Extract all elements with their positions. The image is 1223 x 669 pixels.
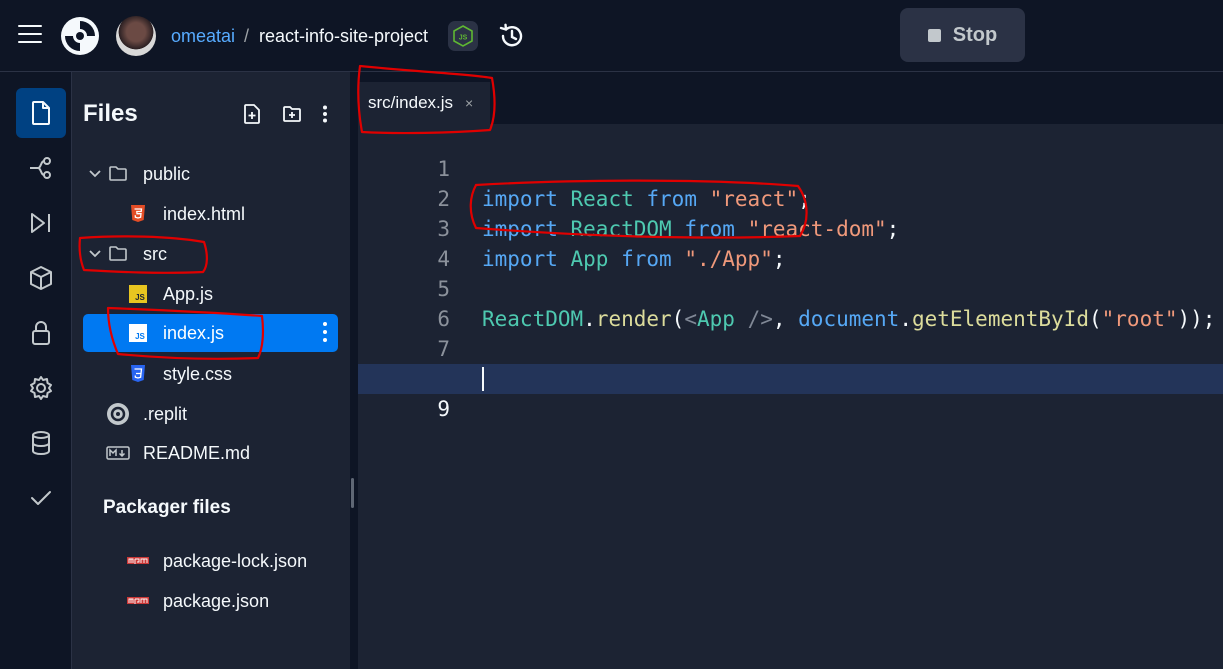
git-tool-button[interactable]	[16, 143, 66, 193]
database-icon	[32, 431, 50, 456]
code-line: 5 ReactDOM.render(<App />, document.getE…	[358, 244, 1223, 331]
chevron-down-icon	[89, 250, 101, 258]
tests-tool-button[interactable]	[16, 473, 66, 523]
secrets-lock-icon	[32, 321, 50, 345]
svg-text:JS: JS	[135, 293, 145, 302]
tree-item-label: public	[143, 163, 191, 184]
files-icon	[32, 101, 50, 125]
tree-file-index-html[interactable]: index.html	[83, 196, 338, 232]
editor-tab-label: src/index.js	[368, 93, 454, 112]
stop-icon	[927, 28, 941, 42]
tree-file-readme[interactable]: README.md	[83, 435, 338, 471]
database-tool-button[interactable]	[16, 418, 66, 468]
replit-file-icon	[107, 403, 129, 425]
packager-files-title: Packager files	[103, 497, 231, 518]
language-badge-label: JS	[459, 35, 468, 42]
tree-item-label: index.html	[163, 203, 246, 224]
tree-item-label: package-lock.json	[163, 550, 308, 571]
close-tab-icon[interactable]: ×	[465, 95, 473, 111]
css3-icon	[131, 365, 145, 382]
tree-item-label: style.css	[163, 363, 233, 384]
tree-file-index-js[interactable]: JS index.js	[83, 314, 338, 352]
tree-file-replit[interactable]: .replit	[83, 396, 338, 432]
npm-icon	[127, 557, 149, 564]
stop-button[interactable]: Stop	[900, 8, 1025, 62]
file-options-icon[interactable]	[322, 322, 328, 342]
folder-icon	[109, 246, 127, 261]
editor-tab[interactable]: src/index.js ×	[358, 82, 490, 124]
new-folder-icon[interactable]	[282, 104, 302, 124]
code-line: 2 import ReactDOM from "react-dom";	[358, 154, 1223, 241]
folder-icon	[109, 166, 127, 181]
panel-resize-handle[interactable]	[351, 478, 354, 508]
breadcrumb-repl-name[interactable]: react-info-site-project	[259, 24, 428, 48]
markdown-icon	[106, 446, 130, 460]
tree-item-label: src	[143, 243, 167, 264]
stop-label: Stop	[952, 23, 998, 46]
debugger-icon	[31, 213, 50, 233]
files-panel: Files public index.html src JS App.js JS…	[72, 72, 350, 669]
code-area[interactable]: 1 import React from "react"; 2 import Re…	[358, 124, 1223, 421]
tree-item-label: .replit	[143, 403, 188, 424]
code-line: 6	[358, 274, 1223, 331]
avatar[interactable]	[116, 16, 156, 56]
replit-logo-icon[interactable]	[60, 16, 100, 56]
breadcrumb-separator: /	[244, 26, 250, 46]
top-bar: omeatai / react-info-site-project JS Sto…	[0, 0, 1223, 72]
tree-file-style-css[interactable]: style.css	[83, 356, 338, 392]
files-more-icon[interactable]	[315, 104, 335, 124]
debugger-tool-button[interactable]	[16, 198, 66, 248]
breadcrumb-username[interactable]: omeatai	[171, 24, 235, 48]
panel-gutter	[350, 72, 358, 669]
files-tool-button[interactable]	[16, 88, 66, 138]
secrets-tool-button[interactable]	[16, 308, 66, 358]
tree-item-label: App.js	[163, 283, 214, 304]
packages-tool-button[interactable]	[16, 253, 66, 303]
packager-file-package-lock[interactable]: package-lock.json	[83, 543, 338, 579]
tree-item-label: package.json	[163, 590, 270, 611]
code-line: 3 import App from "./App";	[358, 184, 1223, 271]
javascript-file-icon: JS	[129, 285, 147, 303]
history-icon[interactable]	[497, 22, 525, 50]
code-line: 4	[358, 214, 1223, 271]
html5-icon	[131, 205, 145, 222]
checkmark-icon	[31, 491, 51, 505]
javascript-file-icon: JS	[129, 324, 147, 342]
tree-file-app-js[interactable]: JS App.js	[83, 276, 338, 312]
code-editor: src/index.js × 1 import React from "reac…	[358, 72, 1223, 669]
settings-gear-icon	[30, 376, 52, 400]
code-line: 1 import React from "react";	[358, 124, 1223, 211]
tree-item-label: index.js	[163, 322, 225, 343]
svg-text:JS: JS	[135, 332, 145, 341]
settings-tool-button[interactable]	[16, 363, 66, 413]
tree-item-label: README.md	[143, 442, 251, 463]
code-line-current: 9	[358, 364, 1223, 421]
code-line: 8	[358, 334, 1223, 391]
nodejs-language-icon[interactable]: JS	[448, 21, 478, 51]
files-panel-title: Files	[83, 100, 138, 127]
code-line: 7	[358, 304, 1223, 361]
npm-icon	[127, 597, 149, 604]
editor-tab-bar: src/index.js ×	[358, 72, 1223, 124]
tool-rail	[0, 72, 72, 669]
new-file-icon[interactable]	[242, 104, 262, 124]
text-cursor	[482, 367, 484, 391]
line-number: 9	[437, 397, 450, 421]
git-branch-icon	[30, 157, 51, 179]
chevron-down-icon	[89, 170, 101, 178]
packages-icon	[30, 266, 52, 290]
menu-icon[interactable]	[18, 25, 42, 45]
tree-folder-public[interactable]: public	[83, 156, 338, 192]
packager-file-package-json[interactable]: package.json	[83, 583, 338, 619]
tree-folder-src[interactable]: src	[83, 236, 338, 272]
